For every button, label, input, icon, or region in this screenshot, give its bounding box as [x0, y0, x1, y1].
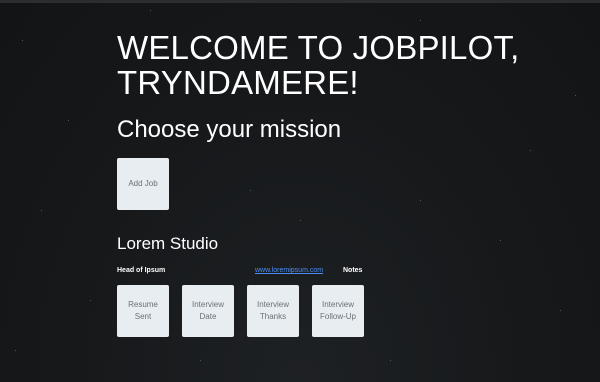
welcome-line-1: WELCOME TO JOBPILOT,: [117, 29, 520, 66]
interview-date-label: Interview Date: [191, 300, 224, 321]
interview-thanks-button[interactable]: Interview Thanks: [247, 285, 299, 337]
interview-follow-up-button[interactable]: Interview Follow-Up: [312, 285, 364, 337]
interview-thanks-label: Interview Thanks: [256, 300, 289, 321]
notes-link[interactable]: Notes: [343, 266, 362, 275]
resume-sent-button[interactable]: Resume Sent: [117, 285, 169, 337]
add-job-button[interactable]: Add Job: [117, 158, 169, 210]
mission-heading: Choose your mission: [117, 116, 342, 143]
job-position: Head of Ipsum: [117, 267, 166, 274]
company-name: Lorem Studio: [117, 234, 219, 253]
app-page: WELCOME TO JOBPILOT, TRYNDAMERE! Choose …: [0, 0, 600, 382]
company-website-link[interactable]: www.loremipsum.com: [255, 266, 323, 275]
resume-sent-label: Resume Sent: [128, 300, 158, 321]
welcome-heading: WELCOME TO JOBPILOT, TRYNDAMERE!: [117, 30, 520, 100]
interview-date-button[interactable]: Interview Date: [182, 285, 234, 337]
interview-follow-up-label: Interview Follow-Up: [319, 300, 356, 321]
top-border: [0, 0, 600, 3]
add-job-label: Add Job: [128, 179, 158, 188]
welcome-line-2: TRYNDAMERE!: [117, 64, 359, 101]
